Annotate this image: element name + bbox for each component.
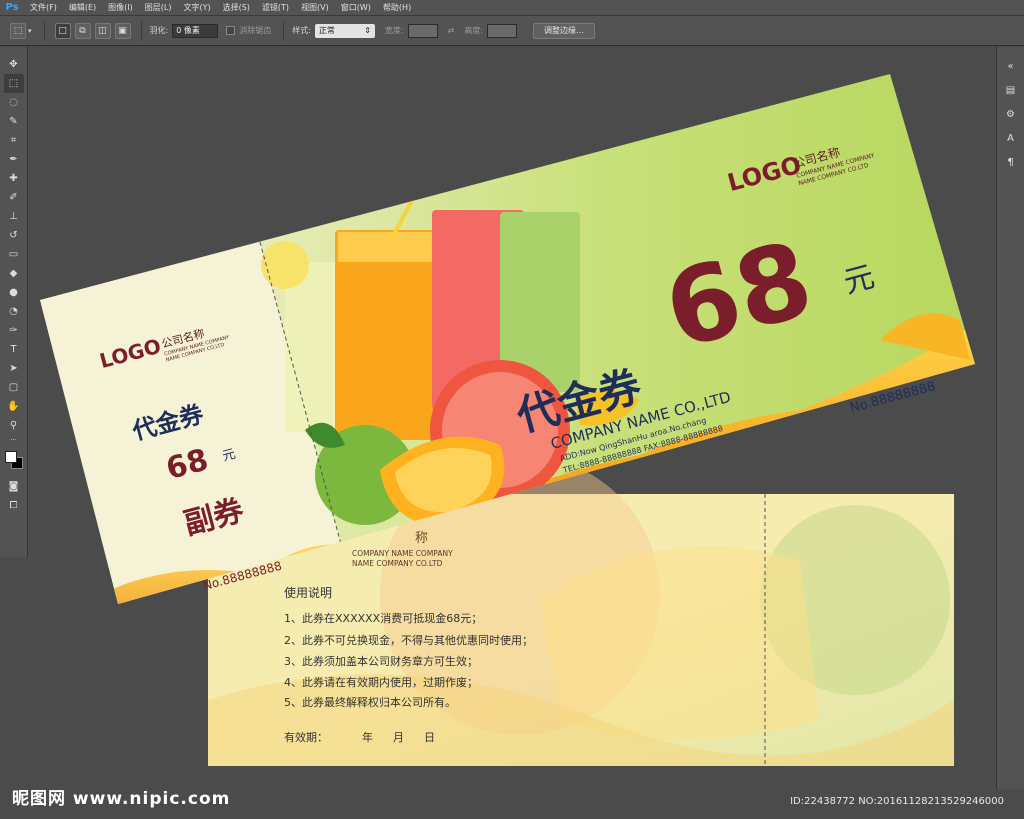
image-id-watermark: ID:22438772 NO:20161128213529246000 — [790, 796, 1004, 807]
rule-4: 4、此券请在有效期内使用，过期作废； — [284, 675, 478, 689]
site-watermark: 昵图网 www.nipic.com — [12, 789, 231, 809]
back-company-en-2: NAME COMPANY CO.LTD — [352, 559, 443, 568]
rule-3: 3、此券须加盖本公司财务章方可生效； — [284, 654, 478, 668]
validity-day: 日 — [424, 731, 435, 744]
glass-orange-foam — [338, 232, 437, 262]
canvas-artwork: 称 COMPANY NAME COMPANY NAME COMPANY CO.L… — [40, 74, 975, 766]
rule-5: 5、此券最终解释权归本公司所有。 — [284, 695, 456, 709]
validity-year: 年 — [362, 730, 373, 744]
rule-1: 1、此券在XXXXXX消费可抵现金68元； — [284, 611, 482, 625]
instructions-title: 使用说明 — [284, 585, 332, 600]
validity-label: 有效期： — [284, 730, 328, 744]
rule-2: 2、此券不可兑换现金，不得与其他优惠同时使用； — [284, 633, 533, 647]
foreground-color[interactable] — [4, 451, 17, 463]
validity-month: 月 — [393, 731, 404, 744]
lemon-slice — [261, 241, 309, 289]
back-company-en-1: COMPANY NAME COMPANY — [352, 549, 453, 558]
back-company-partial: 称 — [415, 531, 428, 546]
